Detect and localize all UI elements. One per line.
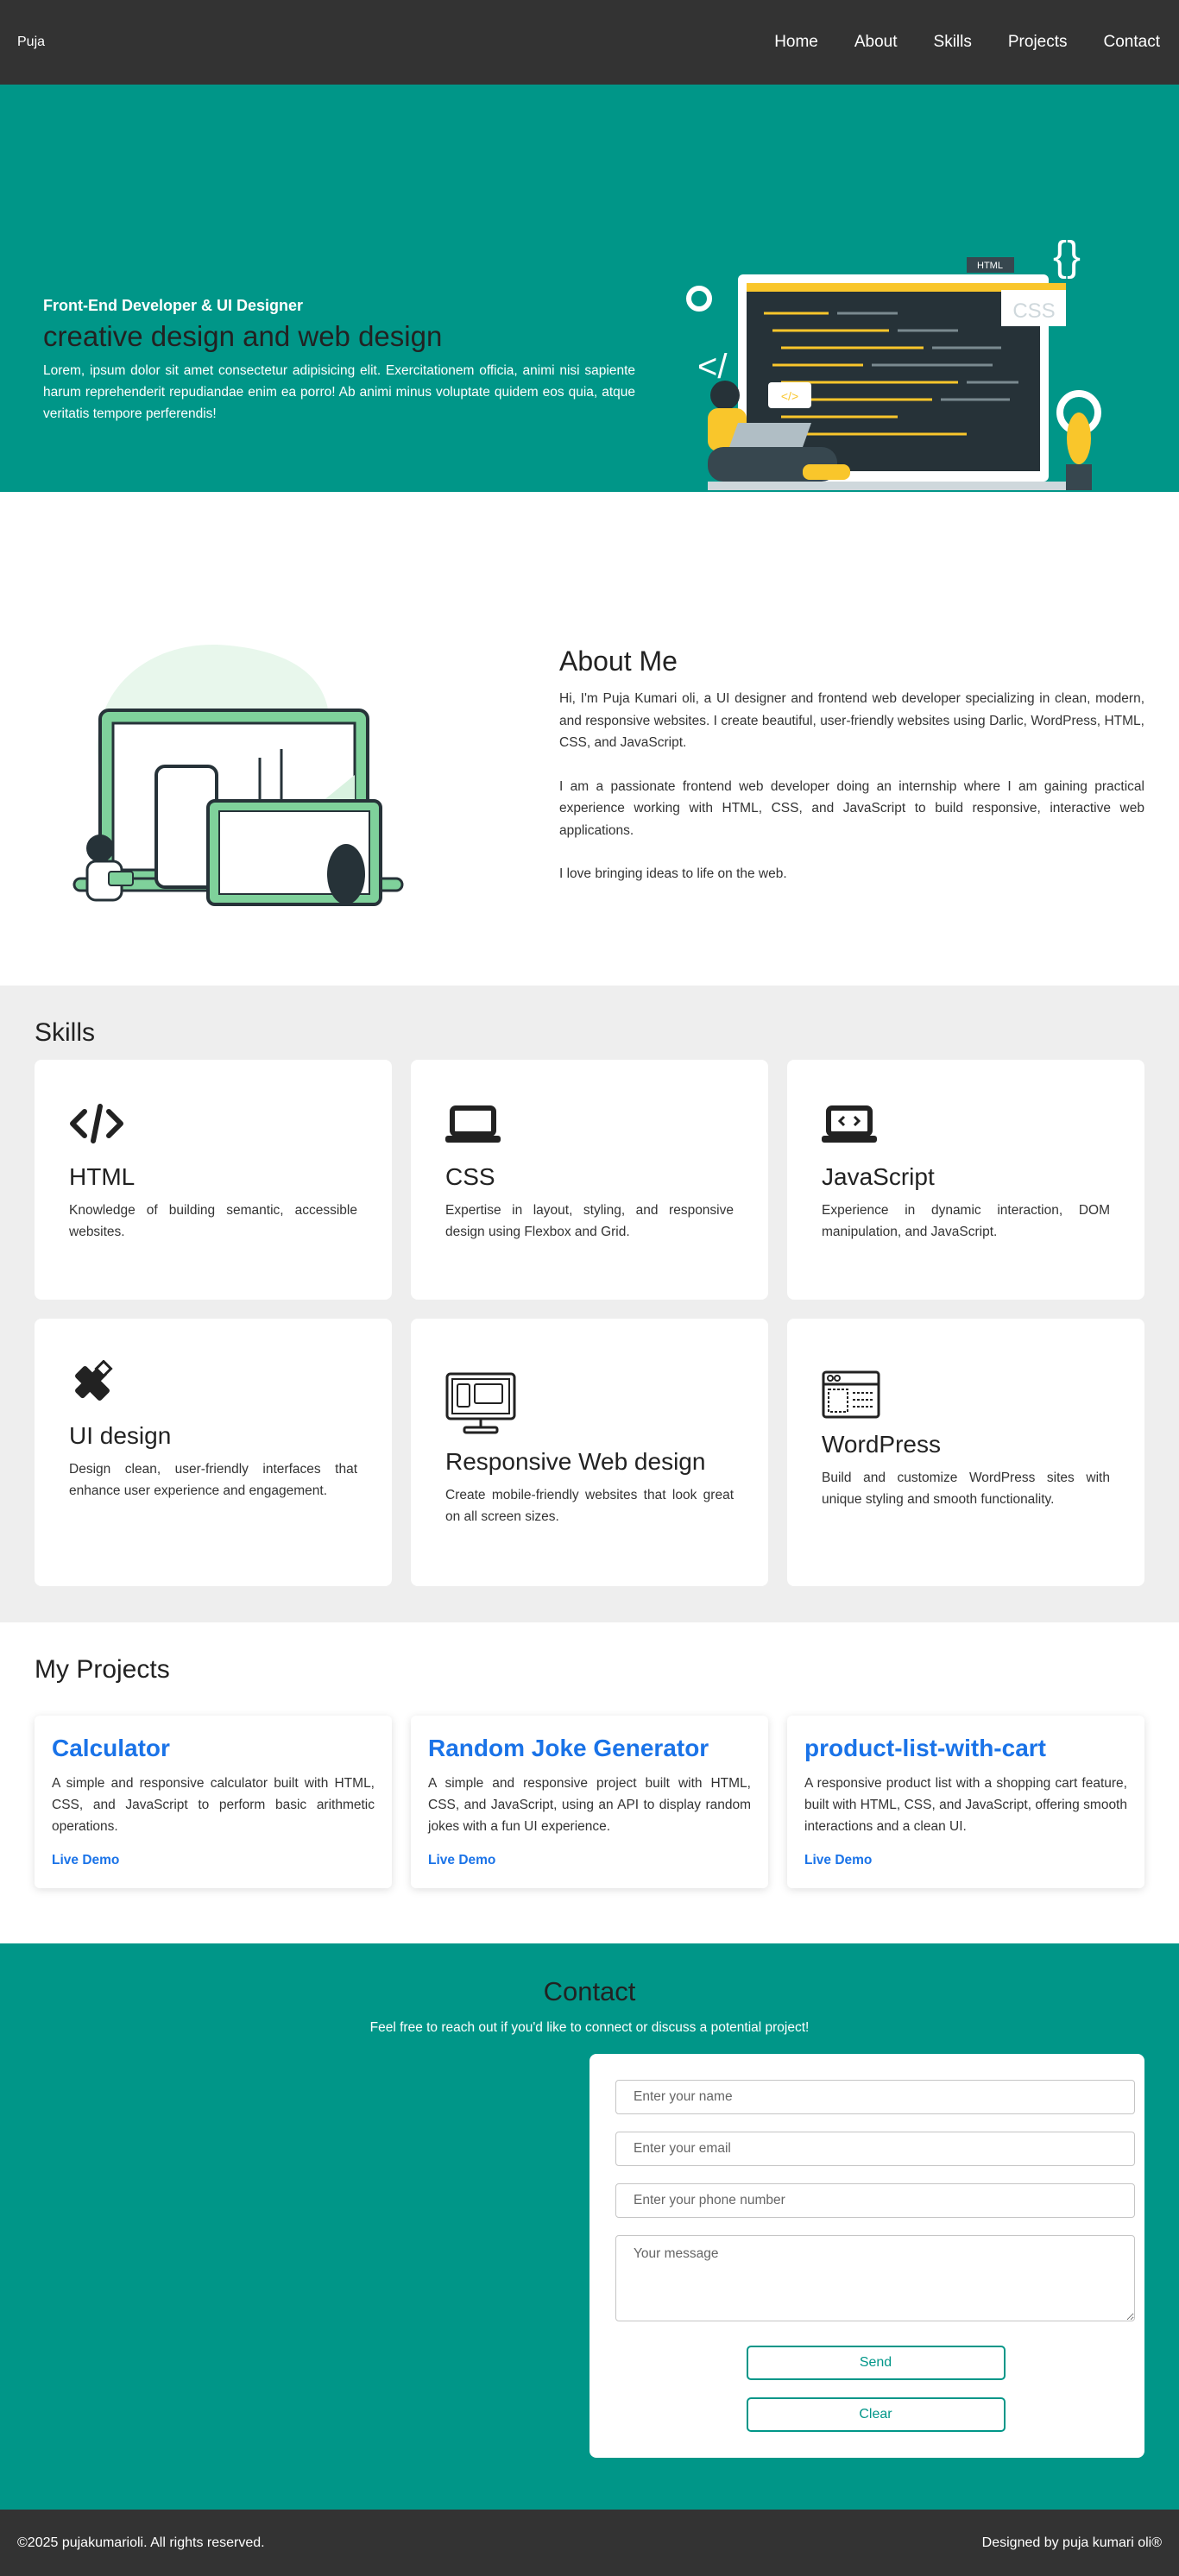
nav-link-home[interactable]: Home xyxy=(774,33,818,52)
message-textarea[interactable] xyxy=(615,2235,1135,2321)
skill-name: UI design xyxy=(69,1422,172,1449)
skills-section: Skills HTML Knowledge of building semant… xyxy=(0,986,1179,1622)
brand-logo[interactable]: Puja xyxy=(17,35,45,50)
project-title: Calculator xyxy=(52,1735,170,1761)
css-tag-label: CSS xyxy=(1012,299,1055,323)
live-demo-link[interactable]: Live Demo xyxy=(52,1853,119,1867)
about-title: About Me xyxy=(559,646,678,677)
skill-name: WordPress xyxy=(822,1431,941,1458)
name-input[interactable] xyxy=(615,2080,1135,2114)
designer-credit: Designed by puja kumari oli® xyxy=(981,2535,1162,2550)
clear-button[interactable]: Clear xyxy=(746,2397,1006,2432)
skill-name: Responsive Web design xyxy=(445,1448,706,1475)
html-tag-label: HTML xyxy=(977,261,1003,271)
contact-subtitle: Feel free to reach out if you'd like to … xyxy=(369,2020,810,2035)
project-card-joke-generator: Random Joke Generator A simple and respo… xyxy=(411,1716,768,1888)
skill-description: Build and customize WordPress sites with… xyxy=(822,1471,1110,1507)
project-description: A simple and responsive project built wi… xyxy=(428,1776,751,1834)
project-card-product-list: product-list-with-cart A responsive prod… xyxy=(787,1716,1144,1888)
code-icon xyxy=(70,1104,123,1143)
about-paragraph: I love bringing ideas to life on the web… xyxy=(559,866,787,881)
project-title: Random Joke Generator xyxy=(428,1735,709,1761)
laptop-icon xyxy=(445,1105,501,1143)
skill-card-ui-design: UI design Design clean, user-friendly in… xyxy=(35,1319,392,1586)
nav-link-projects[interactable]: Projects xyxy=(1008,33,1068,52)
project-title: product-list-with-cart xyxy=(804,1735,1046,1761)
send-button[interactable]: Send xyxy=(746,2346,1006,2380)
skill-card-html: HTML Knowledge of building semantic, acc… xyxy=(35,1060,392,1300)
skill-description: Create mobile-friendly websites that loo… xyxy=(445,1488,734,1524)
contact-section: Contact Feel free to reach out if you'd … xyxy=(0,1943,1179,2510)
devices-illustration xyxy=(73,645,404,906)
hero-subtitle: Front-End Developer & UI Designer xyxy=(43,297,304,314)
skill-name: JavaScript xyxy=(822,1163,935,1190)
laptop-code-icon xyxy=(822,1105,877,1143)
skill-name: HTML xyxy=(69,1163,136,1190)
skill-card-css: CSS Expertise in layout, styling, and re… xyxy=(411,1060,768,1300)
project-description: A simple and responsive calculator built… xyxy=(52,1776,375,1834)
browser-window-icon xyxy=(822,1370,880,1419)
skill-description: Experience in dynamic interaction, DOM m… xyxy=(822,1203,1110,1239)
svg-text:{}: {} xyxy=(1053,234,1081,280)
hero-description: Lorem, ipsum dolor sit amet consectetur … xyxy=(43,363,635,421)
contact-title: Contact xyxy=(543,1976,636,2006)
top-navbar: Puja Home About Skills Projects Contact xyxy=(0,0,1179,85)
footer: ©2025 pujakumarioli. All rights reserved… xyxy=(0,2510,1179,2576)
phone-input[interactable] xyxy=(615,2183,1135,2218)
email-input[interactable] xyxy=(615,2132,1135,2166)
svg-text:</>: </> xyxy=(781,389,798,403)
project-card-calculator: Calculator A simple and responsive calcu… xyxy=(35,1716,392,1888)
nav-links: Home About Skills Projects Contact xyxy=(774,33,1162,52)
skill-name: CSS xyxy=(445,1163,495,1190)
project-description: A responsive product list with a shoppin… xyxy=(804,1776,1127,1834)
about-paragraph: I am a passionate frontend web developer… xyxy=(559,778,1144,838)
nav-link-about[interactable]: About xyxy=(854,33,898,52)
svg-text:</: </ xyxy=(697,348,728,386)
hero-section: Front-End Developer & UI Designer creati… xyxy=(0,85,1179,492)
developer-illustration: HTML CSS {} </ </> xyxy=(686,234,1101,490)
skill-description: Design clean, user-friendly interfaces t… xyxy=(69,1462,357,1498)
skill-description: Expertise in layout, styling, and respon… xyxy=(445,1203,734,1239)
live-demo-link[interactable]: Live Demo xyxy=(804,1853,872,1867)
skills-title: Skills xyxy=(35,1018,96,1047)
skill-card-responsive: Responsive Web design Create mobile-frie… xyxy=(411,1319,768,1586)
responsive-devices-icon xyxy=(445,1372,516,1434)
skill-description: Knowledge of building semantic, accessib… xyxy=(69,1203,357,1239)
contact-form: Send Clear xyxy=(590,2054,1144,2458)
about-paragraph: Hi, I'm Puja Kumari oli, a UI designer a… xyxy=(559,691,1144,750)
nav-link-contact[interactable]: Contact xyxy=(1104,33,1160,52)
about-section: About Me Hi, I'm Puja Kumari oli, a UI d… xyxy=(0,492,1179,986)
pencil-ruler-icon xyxy=(75,1360,113,1401)
hero-text: Front-End Developer & UI Designer creati… xyxy=(43,297,635,425)
about-text: About Me Hi, I'm Puja Kumari oli, a UI d… xyxy=(559,646,1144,907)
live-demo-link[interactable]: Live Demo xyxy=(428,1853,495,1867)
nav-link-skills[interactable]: Skills xyxy=(934,33,972,52)
skill-card-wordpress: WordPress Build and customize WordPress … xyxy=(787,1319,1144,1586)
projects-section: My Projects Calculator A simple and resp… xyxy=(0,1622,1179,1943)
skill-card-javascript: JavaScript Experience in dynamic interac… xyxy=(787,1060,1144,1300)
hero-title: creative design and web design xyxy=(43,320,443,352)
copyright-text: ©2025 pujakumarioli. All rights reserved… xyxy=(17,2535,265,2550)
projects-title: My Projects xyxy=(35,1655,170,1684)
